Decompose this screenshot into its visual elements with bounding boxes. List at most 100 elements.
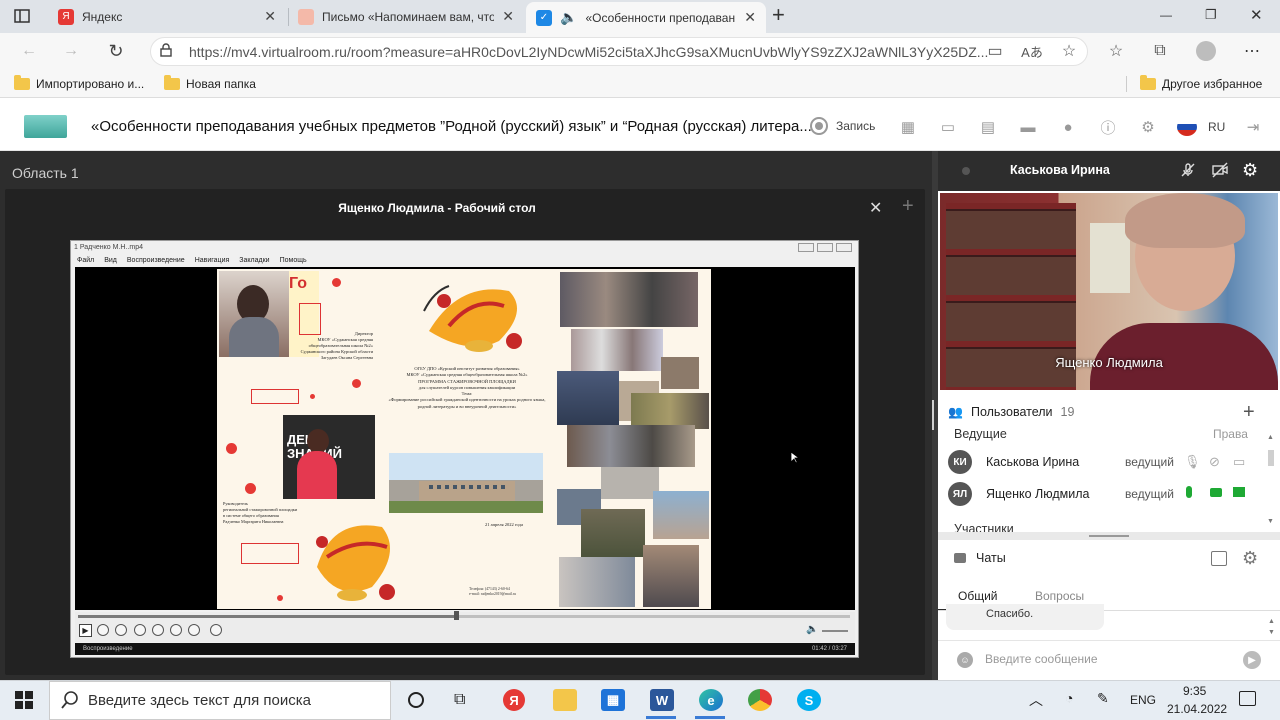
menu-help[interactable]: Помощь	[280, 257, 307, 264]
cortana-icon[interactable]	[408, 692, 424, 708]
add-favorite-icon[interactable]: ☆	[1058, 40, 1080, 62]
word-icon[interactable]: W	[650, 689, 674, 711]
record-button[interactable]: Запись	[810, 117, 875, 135]
exit-icon[interactable]: ⇥	[1242, 116, 1264, 138]
tab-yandex[interactable]: Я Яндекс ✕	[48, 0, 286, 33]
resize-grip[interactable]	[1089, 535, 1129, 537]
player-window-controls[interactable]	[798, 243, 852, 252]
forward-button[interactable]	[170, 624, 182, 636]
emoji-icon[interactable]: ☺	[957, 652, 973, 668]
play-button[interactable]: ▶	[79, 624, 92, 637]
close-panel-button[interactable]: ✕	[869, 198, 882, 218]
bookmark-other[interactable]: Другое избранное	[1140, 74, 1262, 94]
menu-view[interactable]: Вид	[104, 257, 117, 264]
address-input[interactable]: https://mv4.virtualroom.ru/room?measure=…	[150, 37, 1088, 66]
chat-settings-icon[interactable]: ⚙	[1242, 548, 1258, 569]
microsoft-store-icon[interactable]: ▦	[601, 689, 625, 711]
player-close-icon[interactable]	[836, 243, 852, 252]
close-tab-icon[interactable]: ✕	[744, 9, 756, 26]
chat-export-icon[interactable]	[1211, 551, 1227, 566]
file-explorer-icon[interactable]	[553, 689, 577, 711]
back-icon[interactable]: ←	[18, 40, 40, 62]
menu-navigation[interactable]: Навигация	[195, 257, 230, 264]
next-button[interactable]	[188, 624, 200, 636]
user-row[interactable]: ЯЛ Ященко Людмила ведущий	[948, 480, 1278, 508]
user-row[interactable]: КИ Каськова Ирина ведущий 🎙 ⊘ ▭	[948, 448, 1278, 476]
camera-on-icon[interactable]	[1210, 488, 1222, 497]
tab-actions-icon[interactable]	[12, 6, 32, 26]
seek-handle[interactable]	[454, 611, 460, 620]
chrome-icon[interactable]	[748, 689, 772, 711]
close-window-button[interactable]: ✕	[1250, 6, 1263, 24]
speaker-icon[interactable]: 🔈	[560, 9, 577, 26]
camera-off-icon[interactable]	[1212, 162, 1228, 181]
seek-bar[interactable]	[78, 615, 850, 618]
send-icon[interactable]: ▶	[1243, 651, 1261, 669]
tray-overflow-icon[interactable]: ︿	[1029, 690, 1043, 710]
read-aloud-icon[interactable]: Aあ	[1021, 40, 1043, 62]
bookmark-imported[interactable]: Импортировано и...	[14, 74, 144, 94]
windows-start-icon[interactable]	[15, 691, 33, 709]
tab-virtualroom[interactable]: ✓ 🔈 «Особенности преподаван ✕	[526, 2, 766, 33]
language-indicator[interactable]: ENG	[1130, 693, 1156, 707]
forward-icon[interactable]: →	[60, 40, 82, 62]
chat-scrollbar[interactable]: ▲ ▼	[1268, 616, 1275, 638]
menu-file[interactable]: Файл	[77, 257, 94, 264]
mic-off-icon[interactable]: 🎙	[1184, 454, 1201, 470]
more-menu-icon[interactable]: ⋯	[1241, 40, 1263, 62]
language-label[interactable]: RU	[1208, 120, 1225, 134]
document-icon[interactable]: ▤	[977, 116, 999, 138]
screen-share-icon[interactable]: ▭	[937, 116, 959, 138]
mic-on-icon[interactable]	[1186, 486, 1192, 498]
previous-button[interactable]	[134, 624, 146, 636]
skype-icon[interactable]: S	[797, 689, 821, 711]
taskbar-search-input[interactable]: Введите здесь текст для поиска	[49, 681, 391, 720]
notifications-icon[interactable]	[1239, 691, 1256, 706]
restore-button[interactable]: ❐	[1205, 7, 1217, 23]
settings-icon[interactable]: ⚙	[1137, 116, 1159, 138]
camera-icon[interactable]: ▭	[984, 40, 1006, 62]
stop-button[interactable]	[115, 624, 127, 636]
clock-date[interactable]: 21.04.2022	[1167, 702, 1227, 716]
favorites-icon[interactable]: ☆	[1105, 40, 1127, 62]
screen-on-icon[interactable]	[1233, 487, 1245, 497]
new-tab-button[interactable]: +	[772, 2, 785, 28]
minimize-button[interactable]: —	[1160, 8, 1172, 22]
layout-icon[interactable]: ▦	[897, 116, 919, 138]
pen-icon[interactable]: ✎	[1097, 690, 1109, 707]
message-input[interactable]: Введите сообщение	[985, 652, 1235, 670]
clock-time[interactable]: 9:35	[1183, 684, 1206, 698]
pause-button[interactable]	[97, 624, 109, 636]
menu-bookmarks[interactable]: Закладки	[239, 257, 269, 264]
add-panel-button[interactable]: +	[902, 195, 914, 218]
yandex-browser-icon[interactable]: Я	[503, 689, 525, 711]
tab-mail[interactable]: Письмо «Напоминаем вам, что ✕	[288, 0, 524, 33]
camera-off-icon[interactable]: ⊘	[1209, 454, 1220, 470]
task-view-icon[interactable]: ⧉	[454, 691, 465, 709]
volume-slider[interactable]	[822, 630, 848, 632]
screen-off-icon[interactable]: ▭	[1233, 454, 1245, 470]
menu-playback[interactable]: Воспроизведение	[127, 257, 185, 264]
russian-flag-icon[interactable]	[1177, 118, 1197, 136]
user-icon[interactable]: ●	[1057, 116, 1079, 138]
info-icon[interactable]: ⓘ	[1097, 116, 1119, 138]
player-minimize-icon[interactable]	[798, 243, 814, 252]
mic-off-icon[interactable]	[1180, 162, 1196, 181]
lock-icon[interactable]	[160, 43, 172, 60]
bookmark-new-folder[interactable]: Новая папка	[164, 74, 256, 94]
speaker-settings-icon[interactable]: ⚙	[1242, 160, 1258, 181]
tab-general[interactable]: Общий	[958, 589, 998, 603]
add-user-button[interactable]: +	[1243, 401, 1255, 424]
player-maximize-icon[interactable]	[817, 243, 833, 252]
close-tab-icon[interactable]: ✕	[264, 8, 276, 25]
collections-icon[interactable]: ⧉	[1149, 40, 1171, 62]
network-icon[interactable]: ◔	[1065, 690, 1073, 706]
close-tab-icon[interactable]: ✕	[502, 8, 514, 25]
settings-button[interactable]	[210, 624, 222, 636]
edge-icon[interactable]: e	[699, 689, 723, 711]
tab-questions[interactable]: Вопросы	[1035, 589, 1084, 603]
volume-icon[interactable]: 🔈	[806, 624, 818, 635]
folder-icon[interactable]: ▬	[1017, 116, 1039, 138]
refresh-icon[interactable]: ↻	[105, 40, 127, 62]
rewind-button[interactable]	[152, 624, 164, 636]
